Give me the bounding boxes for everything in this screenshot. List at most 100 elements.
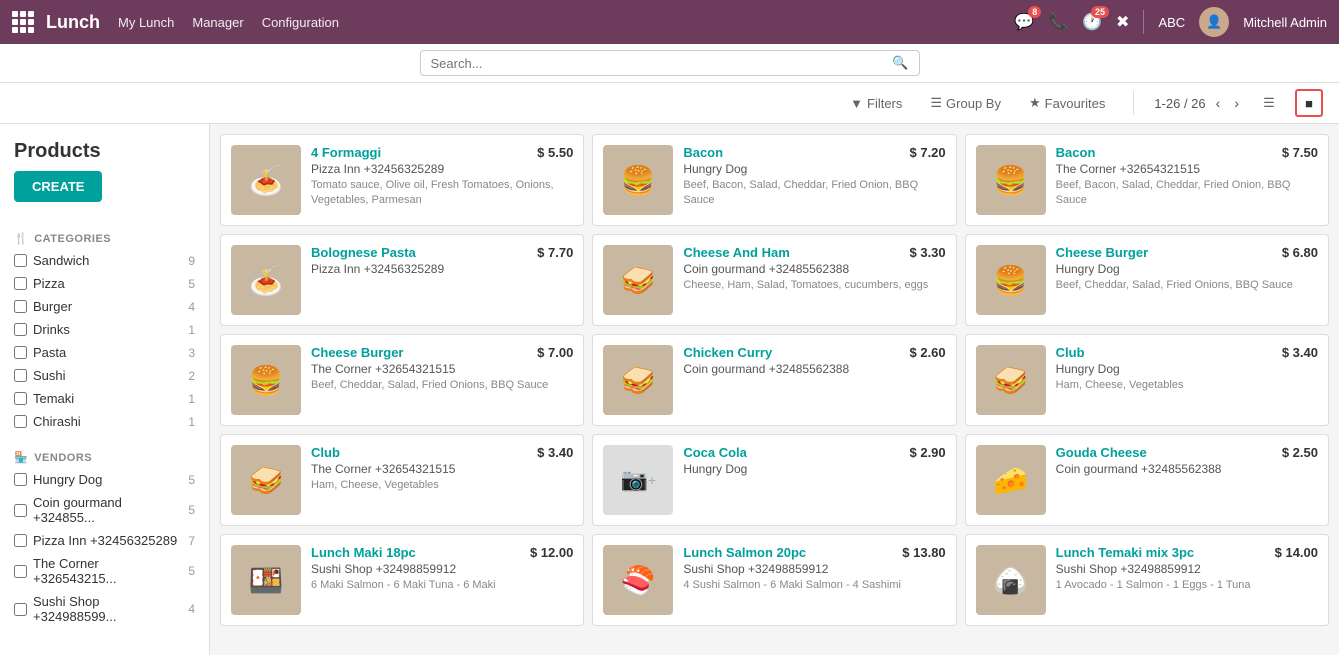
category-checkbox[interactable] [14, 300, 27, 313]
nav-my-lunch[interactable]: My Lunch [118, 15, 174, 30]
product-vendor: Coin gourmand +32485562388 [1056, 462, 1318, 476]
product-price: $ 3.40 [1282, 345, 1318, 360]
grid-view-button[interactable]: ■ [1295, 89, 1323, 117]
product-top: Bolognese Pasta $ 7.70 [311, 245, 573, 260]
product-card[interactable]: 🍣 Lunch Salmon 20pc $ 13.80 Sushi Shop +… [592, 534, 956, 626]
category-label: Pasta [33, 345, 182, 360]
category-label: Chirashi [33, 414, 182, 429]
grid-icon [12, 11, 34, 33]
sidebar-category-item[interactable]: Chirashi 1 [0, 410, 209, 433]
product-desc: 4 Sushi Salmon - 6 Maki Salmon - 4 Sashi… [683, 578, 945, 593]
list-icon: ☰ [1263, 95, 1275, 111]
product-image: 🍝 [231, 145, 301, 215]
product-desc: Beef, Cheddar, Salad, Fried Onions, BBQ … [311, 378, 573, 393]
product-image: 🍝 [231, 245, 301, 315]
vendor-checkbox[interactable] [14, 473, 27, 486]
category-label: Temaki [33, 391, 182, 406]
product-image: 🍣 [603, 545, 673, 615]
avatar[interactable]: 👤 [1199, 7, 1229, 37]
sidebar-vendor-item[interactable]: The Corner +326543215... 5 [0, 552, 209, 590]
abc-label: ABC [1158, 15, 1185, 30]
chat-button[interactable]: 💬 8 [1014, 12, 1034, 32]
product-card[interactable]: 📷+ Coca Cola $ 2.90 Hungry Dog [592, 434, 956, 526]
sidebar-category-item[interactable]: Pasta 3 [0, 341, 209, 364]
nav-configuration[interactable]: Configuration [262, 15, 339, 30]
sidebar-vendor-item[interactable]: Sushi Shop +324988599... 4 [0, 590, 209, 628]
groupby-button[interactable]: ☰ Group By [922, 91, 1009, 115]
product-card[interactable]: 🍔 Cheese Burger $ 7.00 The Corner +32654… [220, 334, 584, 426]
product-info: Cheese Burger $ 6.80 Hungry Dog Beef, Ch… [1056, 245, 1318, 293]
phone-button[interactable]: 📞 [1048, 12, 1068, 32]
sidebar-category-item[interactable]: Sushi 2 [0, 364, 209, 387]
product-card[interactable]: 🍙 Lunch Temaki mix 3pc $ 14.00 Sushi Sho… [965, 534, 1329, 626]
category-count: 3 [188, 346, 195, 360]
create-button[interactable]: CREATE [14, 171, 102, 202]
sidebar-vendor-item[interactable]: Pizza Inn +32456325289 7 [0, 529, 209, 552]
page-title-wrap: Products [0, 134, 209, 171]
product-info: Gouda Cheese $ 2.50 Coin gourmand +32485… [1056, 445, 1318, 478]
vendor-label: Hungry Dog [33, 472, 182, 487]
product-card[interactable]: 🥪 Club $ 3.40 Hungry Dog Ham, Cheese, Ve… [965, 334, 1329, 426]
prev-page-button[interactable]: ‹ [1212, 93, 1225, 113]
vendor-icon: 🏪 [14, 451, 28, 464]
product-card[interactable]: 🍔 Bacon $ 7.50 The Corner +32654321515 B… [965, 134, 1329, 226]
search-wrap[interactable]: 🔍 [420, 50, 920, 76]
star-icon: ★ [1029, 95, 1041, 111]
product-top: Lunch Salmon 20pc $ 13.80 [683, 545, 945, 560]
product-vendor: Pizza Inn +32456325289 [311, 162, 573, 176]
search-input[interactable] [431, 56, 893, 71]
next-page-button[interactable]: › [1230, 93, 1243, 113]
category-checkbox[interactable] [14, 346, 27, 359]
sidebar-category-item[interactable]: Temaki 1 [0, 387, 209, 410]
sidebar-category-item[interactable]: Drinks 1 [0, 318, 209, 341]
category-checkbox[interactable] [14, 277, 27, 290]
sidebar-vendor-item[interactable]: Hungry Dog 5 [0, 468, 209, 491]
category-checkbox[interactable] [14, 392, 27, 405]
product-image: 🧀 [976, 445, 1046, 515]
vendor-checkbox[interactable] [14, 504, 27, 517]
app-logo[interactable]: Lunch [12, 11, 100, 33]
product-card[interactable]: 🍝 Bolognese Pasta $ 7.70 Pizza Inn +3245… [220, 234, 584, 326]
favourites-button[interactable]: ★ Favourites [1021, 91, 1113, 115]
vendor-checkbox[interactable] [14, 534, 27, 547]
product-info: Club $ 3.40 Hungry Dog Ham, Cheese, Vege… [1056, 345, 1318, 393]
clock-badge: 25 [1091, 6, 1109, 18]
sidebar-category-item[interactable]: Pizza 5 [0, 272, 209, 295]
sidebar-category-item[interactable]: Sandwich 9 [0, 249, 209, 272]
product-price: $ 13.80 [902, 545, 945, 560]
subbar-divider [1133, 91, 1134, 115]
product-info: Bacon $ 7.50 The Corner +32654321515 Bee… [1056, 145, 1318, 209]
sidebar-category-item[interactable]: Burger 4 [0, 295, 209, 318]
product-card[interactable]: 🥪 Cheese And Ham $ 3.30 Coin gourmand +3… [592, 234, 956, 326]
product-card[interactable]: 🍱 Lunch Maki 18pc $ 12.00 Sushi Shop +32… [220, 534, 584, 626]
filters-button[interactable]: ▼ Filters [842, 92, 910, 115]
product-card[interactable]: 🧀 Gouda Cheese $ 2.50 Coin gourmand +324… [965, 434, 1329, 526]
product-image: 🍱 [231, 545, 301, 615]
vendor-checkbox[interactable] [14, 603, 27, 616]
product-card[interactable]: 🥪 Chicken Curry $ 2.60 Coin gourmand +32… [592, 334, 956, 426]
vendors-section-title: 🏪 VENDORS [0, 443, 209, 468]
product-info: 4 Formaggi $ 5.50 Pizza Inn +32456325289… [311, 145, 573, 209]
product-image: 🥪 [603, 245, 673, 315]
vendors-list: Hungry Dog 5 Coin gourmand +324855... 5 … [0, 468, 209, 628]
product-no-image: 📷+ [603, 445, 673, 515]
user-name[interactable]: Mitchell Admin [1243, 15, 1327, 30]
close-button[interactable]: ✖ [1116, 12, 1129, 32]
product-top: Bacon $ 7.20 [683, 145, 945, 160]
category-checkbox[interactable] [14, 254, 27, 267]
product-image: 🍔 [231, 345, 301, 415]
product-top: Lunch Maki 18pc $ 12.00 [311, 545, 573, 560]
category-checkbox[interactable] [14, 369, 27, 382]
category-checkbox[interactable] [14, 415, 27, 428]
product-card[interactable]: 🍔 Cheese Burger $ 6.80 Hungry Dog Beef, … [965, 234, 1329, 326]
product-card[interactable]: 🍝 4 Formaggi $ 5.50 Pizza Inn +324563252… [220, 134, 584, 226]
vendor-checkbox[interactable] [14, 565, 27, 578]
nav-manager[interactable]: Manager [192, 15, 243, 30]
clock-button[interactable]: 🕐 25 [1082, 12, 1102, 32]
list-view-button[interactable]: ☰ [1255, 89, 1283, 117]
product-card[interactable]: 🍔 Bacon $ 7.20 Hungry Dog Beef, Bacon, S… [592, 134, 956, 226]
category-checkbox[interactable] [14, 323, 27, 336]
product-card[interactable]: 🥪 Club $ 3.40 The Corner +32654321515 Ha… [220, 434, 584, 526]
product-desc: 1 Avocado - 1 Salmon - 1 Eggs - 1 Tuna [1056, 578, 1318, 593]
sidebar-vendor-item[interactable]: Coin gourmand +324855... 5 [0, 491, 209, 529]
